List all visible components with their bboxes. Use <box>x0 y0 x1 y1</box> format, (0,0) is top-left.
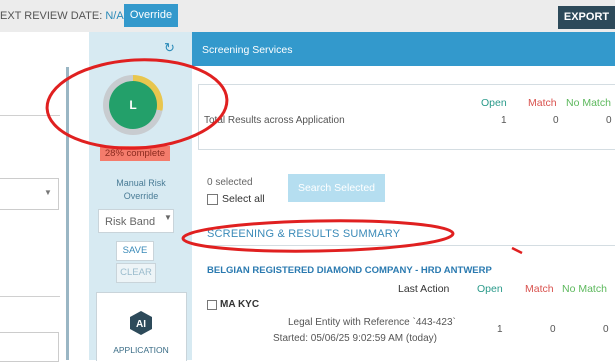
search-selected-button[interactable]: Search Selected <box>288 174 385 202</box>
next-review-value: N/A <box>105 10 124 22</box>
company-open: 1 <box>497 324 503 335</box>
no-match-column-header: No Match <box>566 97 611 109</box>
top-bar: EXT REVIEW DATE: N/A Override EXPORT <box>0 0 615 32</box>
select-all-label[interactable]: Select all <box>222 193 265 205</box>
ai-icon-text: AI <box>136 319 146 330</box>
application-label: APPLICATION <box>113 345 169 355</box>
avatar: L <box>109 81 157 129</box>
override-button[interactable]: Override <box>124 4 178 27</box>
summary-title: SCREENING & RESULTS SUMMARY <box>207 228 401 240</box>
risk-label-line2: Override <box>123 191 159 201</box>
export-button[interactable]: EXPORT <box>558 6 615 29</box>
chevron-down-icon: ▼ <box>164 213 172 222</box>
complete-badge: 28% complete <box>100 146 170 161</box>
refresh-icon[interactable]: ↻ <box>164 40 175 56</box>
kyc-checkbox[interactable] <box>207 300 217 310</box>
divider <box>0 115 60 116</box>
kyc-label: MA KYC <box>220 299 260 310</box>
chevron-down-icon: ▼ <box>44 188 52 197</box>
selected-count: 0 selected <box>207 177 253 188</box>
company-no-match: 0 <box>603 324 609 335</box>
last-action-header: Last Action <box>398 283 450 295</box>
totals-no-match: 0 <box>606 115 612 126</box>
company-match: 0 <box>550 324 556 335</box>
match-column-header: Match <box>525 283 554 295</box>
started-timestamp: Started: 05/06/25 9:02:59 AM (today) <box>273 333 437 344</box>
risk-label-line1: Manual Risk <box>116 178 166 188</box>
totals-label: Total Results across Application <box>204 115 345 126</box>
ai-icon: AI <box>130 311 152 335</box>
divider <box>198 245 615 246</box>
clear-button[interactable]: CLEAR <box>116 263 156 283</box>
select-all-checkbox[interactable] <box>207 194 218 205</box>
save-button[interactable]: SAVE <box>116 241 154 261</box>
totals-match: 0 <box>553 115 559 126</box>
divider <box>0 296 60 297</box>
match-column-header: Match <box>528 97 557 109</box>
risk-band-select[interactable]: Risk Band <box>98 209 174 233</box>
company-name-link[interactable]: BELGIAN REGISTERED DIAMOND COMPANY - HRD… <box>207 265 492 276</box>
next-review-label: EXT REVIEW DATE: <box>0 10 103 22</box>
open-column-header: Open <box>481 97 507 109</box>
open-column-header: Open <box>477 283 503 295</box>
left-input-field[interactable] <box>0 332 59 362</box>
manual-risk-override-label: Manual Risk Override <box>101 177 181 203</box>
screening-title: Screening Services <box>202 44 293 56</box>
next-review-date: EXT REVIEW DATE: N/A <box>0 10 124 22</box>
entity-description: Legal Entity with Reference `443-423` <box>288 317 456 328</box>
no-match-column-header: No Match <box>562 283 607 295</box>
panel-divider <box>66 67 69 360</box>
totals-open: 1 <box>501 115 507 126</box>
